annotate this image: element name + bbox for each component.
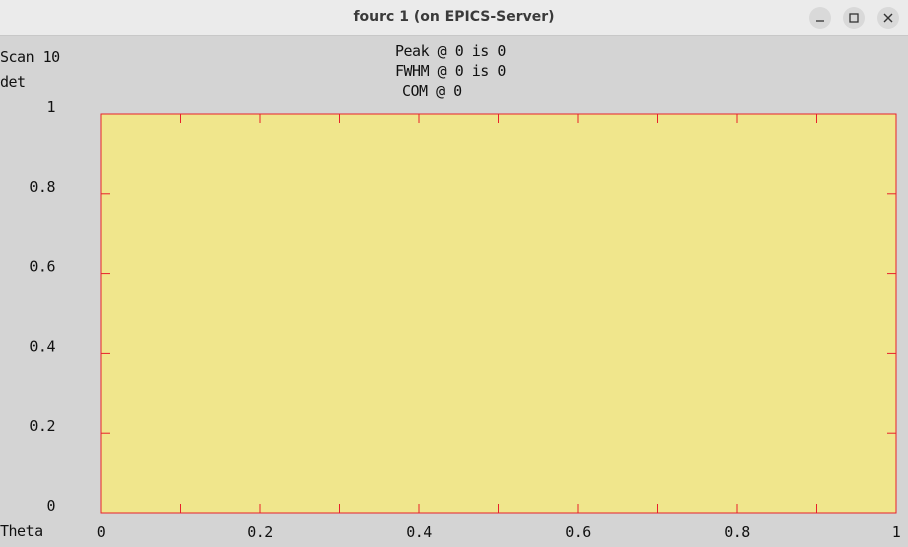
y-tick-label: 1 [46, 98, 55, 116]
close-button[interactable] [877, 7, 899, 29]
x-tick-label: 0.6 [565, 523, 591, 541]
x-tick-label: 0.2 [247, 523, 273, 541]
minimize-button[interactable] [809, 7, 831, 29]
y-tick-label: 0 [46, 497, 55, 515]
chart-canvas: 0 0.2 0.4 0.6 0.8 1 0 0.2 0.4 0.6 0.8 1 [29, 98, 901, 541]
plot-frame [100, 113, 897, 514]
window-titlebar: fourc 1 (on EPICS-Server) [0, 0, 908, 36]
y-tick-label: 0.2 [29, 417, 55, 435]
y-tick-label: 0.4 [29, 337, 55, 355]
close-icon [883, 13, 893, 23]
x-tick-label: 0.8 [724, 523, 750, 541]
maximize-icon [849, 13, 859, 23]
y-tick-label: 0.6 [29, 258, 55, 276]
x-tick-label: 0.4 [406, 523, 432, 541]
plot-window: Scan 10 det Peak @ 0 is 0 FWHM @ 0 is 0 … [0, 37, 908, 547]
x-tick-label: 1 [892, 523, 901, 541]
x-tick-label: 0 [97, 523, 106, 541]
y-tick-label: 0.8 [29, 178, 55, 196]
window-title: fourc 1 (on EPICS-Server) [353, 9, 555, 25]
maximize-button[interactable] [843, 7, 865, 29]
minimize-icon [816, 20, 824, 22]
